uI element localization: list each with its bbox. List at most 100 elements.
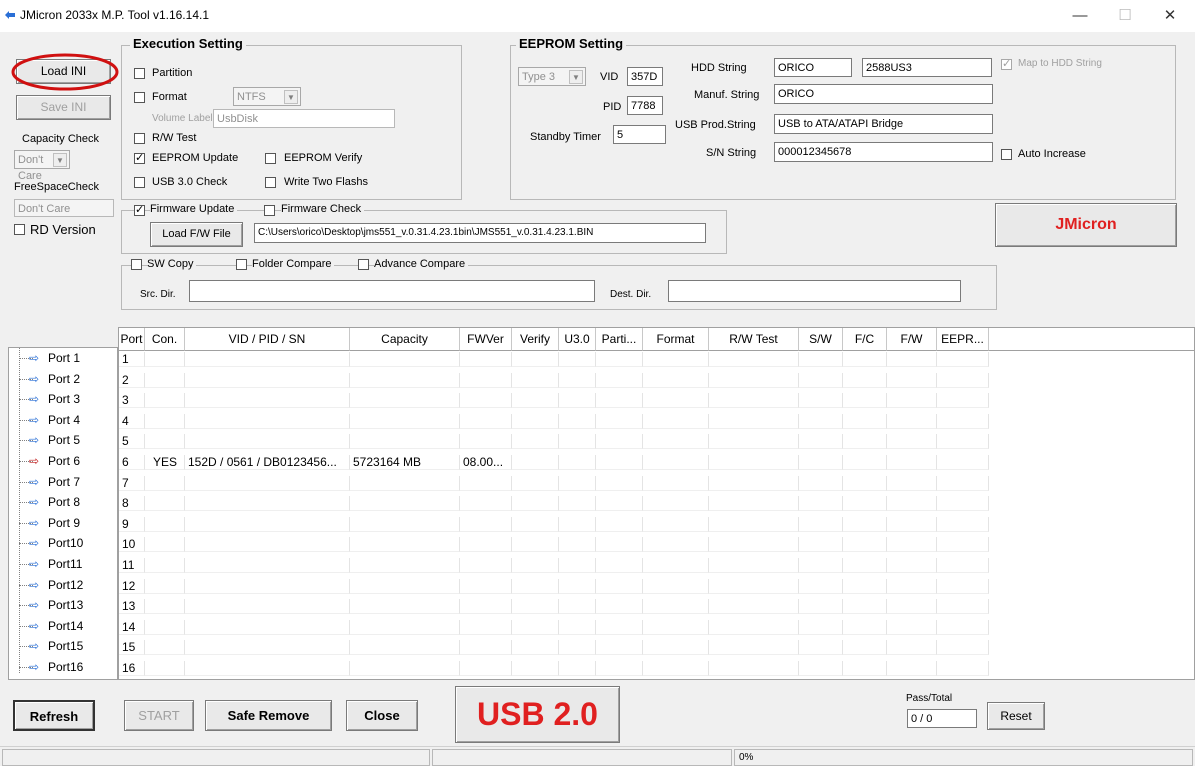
table-row[interactable]: 6 YES 152D / 0561 / DB0123456... 5723164 MB… bbox=[119, 455, 1194, 470]
start-button[interactable]: START bbox=[124, 700, 194, 731]
src-dir-input[interactable] bbox=[189, 280, 595, 302]
map-to-hdd-string-checkbox[interactable] bbox=[1001, 57, 1012, 70]
hdd-string-vendor-input[interactable]: ORICO bbox=[774, 58, 852, 77]
column-header[interactable]: F/W bbox=[887, 328, 937, 351]
volume-label-input[interactable]: UsbDisk bbox=[213, 109, 395, 128]
tree-port-item[interactable]: ⇨ Port11 bbox=[9, 557, 117, 572]
table-cell bbox=[596, 516, 643, 532]
table-row[interactable]: 13 bbox=[119, 599, 1194, 615]
eeprom-type-select[interactable]: Type 3 ▼ bbox=[518, 67, 586, 86]
table-row[interactable]: 12 bbox=[119, 578, 1194, 594]
table-cell bbox=[937, 496, 989, 512]
column-header[interactable]: FWVer bbox=[460, 328, 512, 351]
tree-port-item[interactable]: ⇨ Port15 bbox=[9, 639, 117, 654]
reset-button[interactable]: Reset bbox=[987, 702, 1045, 730]
hdd-string-model-input[interactable]: 2588US3 bbox=[862, 58, 992, 77]
column-header[interactable]: F/C bbox=[843, 328, 887, 351]
usb3-check-checkbox[interactable] bbox=[134, 177, 145, 188]
load-fw-file-button[interactable]: Load F/W File bbox=[150, 222, 243, 247]
refresh-button[interactable]: Refresh bbox=[13, 700, 95, 731]
firmware-check-checkbox[interactable] bbox=[264, 205, 275, 216]
folder-compare-checkbox[interactable] bbox=[236, 259, 247, 270]
maximize-button[interactable]: ☐ bbox=[1105, 2, 1145, 30]
safe-remove-button[interactable]: Safe Remove bbox=[205, 700, 332, 731]
table-cell bbox=[937, 558, 989, 573]
tree-port-item[interactable]: ⇨ Port 4 bbox=[9, 413, 117, 428]
pid-input[interactable]: 7788 bbox=[627, 96, 663, 115]
table-row[interactable]: 14 bbox=[119, 619, 1194, 635]
column-header[interactable]: Capacity bbox=[350, 328, 460, 351]
fw-path-input[interactable]: C:\Users\orico\Desktop\jms551_v.0.31.4.2… bbox=[254, 223, 706, 243]
table-row[interactable]: 1 bbox=[119, 352, 1194, 367]
sw-copy-checkbox[interactable] bbox=[131, 259, 142, 270]
table-row[interactable]: 7 bbox=[119, 475, 1194, 491]
column-header[interactable]: Con. bbox=[145, 328, 185, 351]
capacity-check-select[interactable]: Don't Care ▼ bbox=[14, 150, 70, 182]
tree-port-item[interactable]: ⇨ Port 5 bbox=[9, 433, 117, 448]
rd-version-label: RD Version bbox=[30, 222, 96, 237]
table-row[interactable]: 11 bbox=[119, 558, 1194, 573]
column-header[interactable]: S/W bbox=[799, 328, 843, 351]
table-cell bbox=[596, 558, 643, 573]
table-row[interactable]: 2 bbox=[119, 372, 1194, 388]
sn-string-input[interactable]: 000012345678 bbox=[774, 142, 993, 162]
column-header[interactable]: Parti... bbox=[596, 328, 643, 351]
capacity-check-label: Capacity Check bbox=[22, 133, 100, 145]
table-row[interactable]: 15 bbox=[119, 640, 1194, 656]
column-header[interactable]: VID / PID / SN bbox=[185, 328, 350, 351]
sw-copy-label: SW Copy bbox=[147, 258, 197, 270]
table-row[interactable]: 5 bbox=[119, 434, 1194, 450]
advance-compare-checkbox[interactable] bbox=[358, 259, 369, 270]
write-two-flashs-checkbox[interactable] bbox=[265, 177, 276, 188]
tree-port-item[interactable]: ⇨ Port 8 bbox=[9, 495, 117, 510]
tree-port-item[interactable]: ⇨ Port 2 bbox=[9, 372, 117, 387]
table-row[interactable]: 10 bbox=[119, 537, 1194, 553]
tree-port-item[interactable]: ⇨ Port16 bbox=[9, 660, 117, 675]
port-grid[interactable]: Port Con. VID / PID / SN Capacity FWVer Verif… bbox=[118, 327, 1195, 680]
close-window-button[interactable]: ✕ bbox=[1150, 2, 1190, 30]
freespace-check-select[interactable]: Don't Care bbox=[14, 199, 114, 217]
tree-port-item[interactable]: ⇨ Port13 bbox=[9, 598, 117, 613]
save-ini-button[interactable]: Save INI bbox=[16, 95, 111, 120]
column-header[interactable]: U3.0 bbox=[559, 328, 596, 351]
column-header[interactable]: Port bbox=[119, 328, 145, 351]
port-tree[interactable]: ⇨ Port 1 ⇨ Port 2 ⇨ Port 3 ⇨ Port 4 ⇨ Port 5 ⇨ Port… bbox=[8, 347, 118, 680]
format-checkbox[interactable] bbox=[134, 92, 145, 103]
rd-version-checkbox[interactable] bbox=[14, 224, 25, 235]
vid-input[interactable]: 357D bbox=[627, 67, 663, 86]
tree-port-item[interactable]: ⇨ Port 9 bbox=[9, 516, 117, 531]
close-button[interactable]: Close bbox=[346, 700, 418, 731]
column-header[interactable]: EEPR... bbox=[937, 328, 989, 351]
table-cell bbox=[185, 393, 350, 409]
auto-increase-checkbox[interactable] bbox=[1001, 149, 1012, 160]
jmicron-logo-button[interactable]: JMicron bbox=[995, 203, 1177, 247]
column-header[interactable]: Verify bbox=[512, 328, 559, 351]
table-row[interactable]: 3 bbox=[119, 393, 1194, 409]
tree-port-item[interactable]: ⇨ Port 1 bbox=[9, 351, 117, 366]
tree-port-item[interactable]: ⇨ Port 7 bbox=[9, 475, 117, 490]
column-header[interactable]: Format bbox=[643, 328, 709, 351]
table-row[interactable]: 4 bbox=[119, 413, 1194, 429]
eeprom-verify-checkbox[interactable] bbox=[265, 153, 276, 164]
standby-timer-input[interactable]: 5 bbox=[613, 125, 666, 144]
manuf-string-input[interactable]: ORICO bbox=[774, 84, 993, 104]
column-header[interactable]: R/W Test bbox=[709, 328, 799, 351]
minimize-button[interactable]: — bbox=[1060, 2, 1100, 30]
table-row[interactable]: 16 bbox=[119, 661, 1194, 676]
eeprom-update-checkbox[interactable] bbox=[134, 151, 145, 164]
dest-dir-input[interactable] bbox=[668, 280, 961, 302]
partition-checkbox[interactable] bbox=[134, 68, 145, 79]
rw-test-checkbox[interactable] bbox=[134, 133, 145, 144]
table-row[interactable]: 8 bbox=[119, 496, 1194, 512]
tree-port-item[interactable]: ⇨ Port14 bbox=[9, 619, 117, 634]
usb-prod-string-input[interactable]: USB to ATA/ATAPI Bridge bbox=[774, 114, 993, 134]
tree-port-item[interactable]: ⇨ Port 3 bbox=[9, 392, 117, 407]
format-fs-select[interactable]: NTFS ▼ bbox=[233, 87, 301, 106]
tree-port-item[interactable]: ⇨ Port10 bbox=[9, 536, 117, 551]
firmware-update-checkbox[interactable] bbox=[134, 203, 145, 216]
freespace-check-label: FreeSpaceCheck bbox=[14, 181, 99, 193]
usb-port-icon: ⇨ bbox=[29, 474, 40, 489]
table-row[interactable]: 9 bbox=[119, 516, 1194, 532]
tree-port-item[interactable]: ⇨ Port12 bbox=[9, 578, 117, 593]
tree-port-item[interactable]: ⇨ Port 6 bbox=[9, 454, 117, 469]
